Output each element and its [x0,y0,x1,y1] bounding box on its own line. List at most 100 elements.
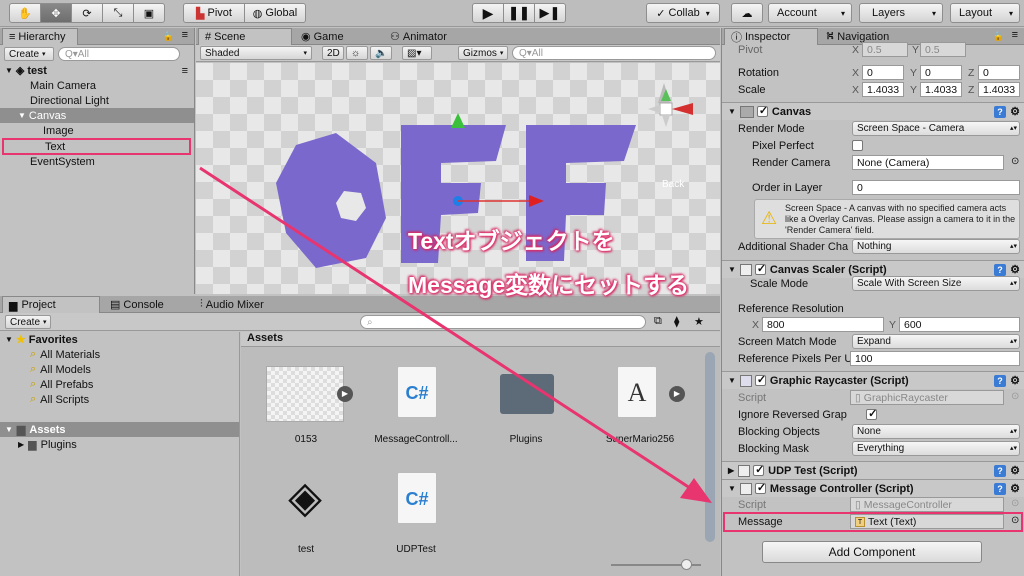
object-picker-icon[interactable]: ⊙ [1011,391,1019,402]
ref-resolution-x-field[interactable]: 800 [762,317,884,332]
hierarchy-search-input[interactable]: Q▾All [58,47,180,61]
hierarchy-item-eventsystem[interactable]: EventSystem [0,154,194,169]
global-toggle[interactable]: ◍ Global [244,3,306,23]
play-preview-icon[interactable]: ▶ [337,386,353,402]
menu-icon[interactable]: ≡ [182,29,188,41]
additional-shader-dropdown[interactable]: Nothing [852,239,1020,254]
assets-scrollbar[interactable] [705,352,715,542]
project-create-button[interactable]: Create ▾ [5,315,51,329]
scale-x-field[interactable]: 1.4033 [862,82,904,97]
rotation-y-field[interactable]: 0 [920,65,962,80]
hierarchy-item-image[interactable]: Image [0,123,194,138]
gear-icon[interactable]: ⚙ [1010,464,1020,477]
object-picker-icon[interactable]: ⊙ [1011,498,1019,509]
render-camera-field[interactable]: None (Camera) [852,155,1004,170]
scene-search-input[interactable]: Q▾All [512,46,716,60]
scene-row[interactable]: ▼ ◈ test ≡ [0,63,194,78]
msg-enabled-checkbox[interactable] [754,481,766,494]
scale-tool-button[interactable]: ⤡ [102,3,134,23]
add-component-button[interactable]: Add Component [762,541,982,563]
ui-scale-mode-dropdown[interactable]: Scale With Screen Size [852,276,1020,291]
menu-icon[interactable]: ≡ [182,65,188,77]
udp-enabled-checkbox[interactable] [753,463,764,476]
asset-thumb-plugins-folder[interactable] [500,374,554,414]
plugins-folder-row[interactable]: ▶ ▆ Plugins [0,437,239,452]
scale-y-field[interactable]: 1.4033 [920,82,962,97]
fav-all-models[interactable]: ⌕ All Models [0,362,239,377]
scaler-enabled-checkbox[interactable] [754,262,766,275]
fav-all-materials[interactable]: ⌕ All Materials [0,347,239,362]
gizmos-dropdown[interactable]: Gizmos ▾ [458,46,508,60]
screen-match-mode-dropdown[interactable]: Expand [852,334,1020,349]
tab-hierarchy[interactable]: ≡ Hierarchy [2,28,78,45]
hierarchy-item-directional-light[interactable]: Directional Light [0,93,194,108]
canvas-component-header[interactable]: ▼ Canvas ? ⚙ [722,102,1024,120]
step-button[interactable]: ▶❚ [534,3,566,23]
fav-all-scripts[interactable]: ⌕ All Scripts [0,392,239,407]
blocking-objects-dropdown[interactable]: None [852,424,1020,439]
message-field[interactable]: T Text (Text) [850,514,1004,529]
tab-scene[interactable]: # Scene [198,28,292,45]
slider-knob[interactable] [681,559,692,570]
rotation-z-field[interactable]: 0 [978,65,1020,80]
rect-tool-button[interactable]: ▣ [133,3,165,23]
gear-icon[interactable]: ⚙ [1010,482,1020,495]
hand-tool-button[interactable]: ✋ [9,3,41,23]
scale-z-field[interactable]: 1.4033 [978,82,1020,97]
shading-dropdown[interactable]: Shaded ▾ [200,46,312,60]
canvas-enabled-checkbox[interactable] [756,104,768,117]
raycaster-enabled-checkbox[interactable] [754,373,766,386]
fav-all-prefabs[interactable]: ⌕ All Prefabs [0,377,239,392]
help-icon[interactable]: ? [994,482,1006,495]
object-picker-icon[interactable]: ⊙ [1011,156,1019,167]
play-button[interactable]: ▶ [472,3,504,23]
tab-animator[interactable]: ⚇ Animator [384,28,453,45]
star-icon[interactable]: ★ [694,315,704,328]
pivot-x-field[interactable]: 0.5 [862,42,908,57]
help-icon[interactable]: ? [994,374,1006,387]
tab-game[interactable]: ◉ Game [295,28,350,45]
menu-icon[interactable]: ≡ [1012,29,1018,41]
tab-inspector[interactable]: ⓘ Inspector [724,28,818,45]
pixel-perfect-checkbox[interactable] [852,140,863,151]
rotate-tool-button[interactable]: ⟳ [71,3,103,23]
lighting-button[interactable]: ☼ [346,46,368,60]
effects-button[interactable]: ▨▾ [402,46,432,60]
collab-dropdown[interactable]: ✓ Collab ▾ [646,3,720,23]
filter-type-icon[interactable]: ⧉ [654,315,662,328]
mode-2d-button[interactable]: 2D [322,46,344,60]
cloud-button[interactable]: ☁ [731,3,763,23]
asset-thumb-udptest[interactable]: C# [397,472,437,524]
create-button[interactable]: Create ▾ [4,47,54,61]
hierarchy-item-text[interactable]: Text [2,138,191,155]
graphic-raycaster-header[interactable]: ▼ Graphic Raycaster (Script) ? ⚙ [722,371,1024,389]
tab-audio-mixer[interactable]: ⫶ Audio Mixer [194,296,270,313]
rotation-x-field[interactable]: 0 [862,65,904,80]
ref-resolution-y-field[interactable]: 600 [899,317,1020,332]
ignore-reversed-checkbox[interactable] [866,407,877,420]
blocking-mask-dropdown[interactable]: Everything [852,441,1020,456]
tab-project[interactable]: ▆ Project [2,296,100,313]
raycaster-script-field[interactable]: ▯ GraphicRaycaster [850,390,1004,405]
lock-icon[interactable]: 🔒 [993,31,1004,42]
gear-icon[interactable]: ⚙ [1010,105,1020,118]
help-icon[interactable]: ? [994,105,1006,118]
layout-dropdown[interactable]: Layout ▾ [950,3,1020,23]
help-icon[interactable]: ? [994,263,1006,276]
audio-button[interactable]: 🔈 [370,46,392,60]
udp-test-header[interactable]: ▶ UDP Test (Script) ? ⚙ [722,461,1024,479]
hierarchy-item-main-camera[interactable]: Main Camera [0,78,194,93]
message-controller-header[interactable]: ▼ Message Controller (Script) ? ⚙ [722,479,1024,497]
account-dropdown[interactable]: Account ▾ [768,3,852,23]
pause-button[interactable]: ❚❚ [503,3,535,23]
help-icon[interactable]: ? [994,464,1006,477]
scene-viewport[interactable]: Back [196,63,720,294]
pivot-toggle[interactable]: ▙ Pivot [183,3,245,23]
tab-console[interactable]: ▤ Console [104,296,170,313]
asset-thumb-messagecontroller[interactable]: C# [397,366,437,418]
asset-thumb-font[interactable]: A [617,366,657,418]
asset-thumb-0153[interactable] [266,366,344,422]
render-mode-dropdown[interactable]: Screen Space - Camera [852,121,1020,136]
pivot-y-field[interactable]: 0.5 [920,42,966,57]
gear-icon[interactable]: ⚙ [1010,374,1020,387]
